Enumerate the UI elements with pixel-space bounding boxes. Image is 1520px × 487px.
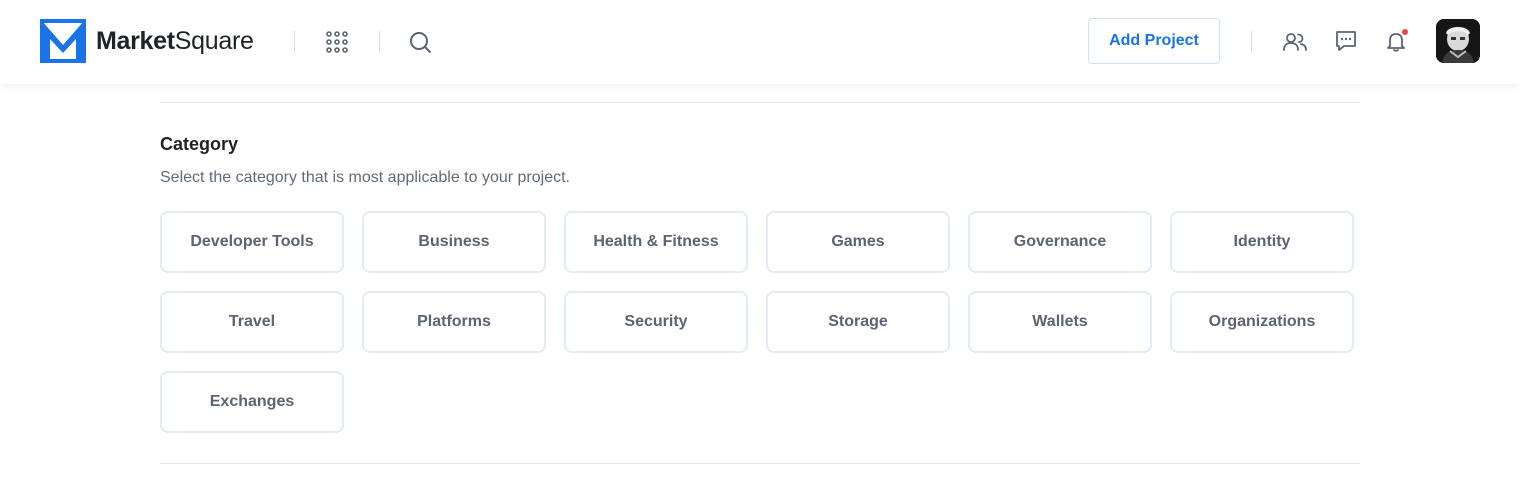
category-option-security[interactable]: Security — [564, 291, 748, 353]
category-option-platforms[interactable]: Platforms — [362, 291, 546, 353]
category-option-business[interactable]: Business — [362, 211, 546, 273]
top-navbar: MarketSquare Add Project — [0, 0, 1520, 84]
category-option-identity[interactable]: Identity — [1170, 211, 1354, 273]
category-option-games[interactable]: Games — [766, 211, 950, 273]
users-icon[interactable] — [1282, 30, 1308, 54]
brand-name-bold: Market — [96, 27, 175, 55]
section-divider-bottom — [160, 463, 1360, 464]
category-option-storage[interactable]: Storage — [766, 291, 950, 353]
category-option-governance[interactable]: Governance — [968, 211, 1152, 273]
category-option-health-fitness[interactable]: Health & Fitness — [564, 211, 748, 273]
marketsquare-logo-icon[interactable] — [40, 19, 86, 63]
category-option-organizations[interactable]: Organizations — [1170, 291, 1354, 353]
category-option-travel[interactable]: Travel — [160, 291, 344, 353]
header-divider — [294, 31, 295, 53]
search-icon[interactable] — [408, 30, 432, 54]
category-option-developer-tools[interactable]: Developer Tools — [160, 211, 344, 273]
category-heading: Category — [160, 134, 239, 154]
brand-name[interactable]: MarketSquare — [96, 26, 254, 56]
apps-grid-icon[interactable] — [325, 30, 349, 54]
section-divider-top — [160, 102, 1360, 103]
category-option-wallets[interactable]: Wallets — [968, 291, 1152, 353]
brand-name-regular: Square — [174, 27, 254, 55]
add-project-button[interactable]: Add Project — [1088, 18, 1220, 64]
notification-badge — [1402, 29, 1408, 35]
header-divider — [379, 31, 380, 53]
category-description: Select the category that is most applica… — [160, 169, 570, 186]
header-divider — [1251, 31, 1252, 53]
user-avatar[interactable] — [1436, 19, 1480, 63]
chat-icon[interactable] — [1334, 29, 1358, 53]
category-options-grid: Developer Tools Business Health & Fitnes… — [160, 211, 1354, 433]
category-option-exchanges[interactable]: Exchanges — [160, 371, 344, 433]
